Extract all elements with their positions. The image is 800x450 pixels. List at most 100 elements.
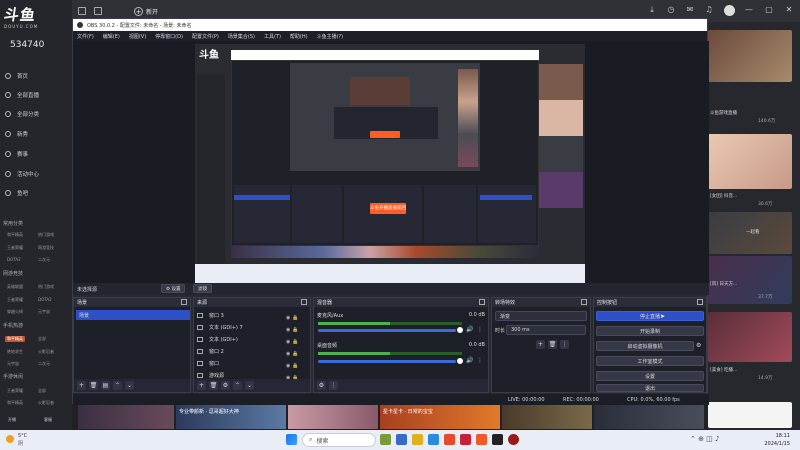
app-icon[interactable] <box>380 434 391 445</box>
stream-title[interactable]: [风] 日天方... <box>710 281 737 287</box>
maximize-button[interactable]: ▢ <box>764 5 774 15</box>
speaker-icon[interactable]: 🔊 <box>466 357 473 364</box>
transition-select[interactable]: 渐变 <box>495 311 587 321</box>
virtual-camera-button[interactable]: 启动虚拟摄像机 <box>596 341 694 351</box>
tag[interactable]: 二次元 <box>38 361 50 367</box>
source-item[interactable]: 窗口 <box>197 358 219 368</box>
duration-input[interactable]: 300 ms <box>506 325 586 335</box>
tag[interactable]: 全部 <box>38 388 46 394</box>
nav-events[interactable]: 赛事 <box>0 146 70 162</box>
banner[interactable]: 星卡星卡 · 日常的宝宝 <box>380 405 500 429</box>
tag-active[interactable]: 和平精英 <box>5 336 25 342</box>
stream-thumbnail[interactable] <box>502 405 592 429</box>
gear-icon[interactable]: ⚙ <box>221 381 230 390</box>
menu-profile[interactable]: 配置文件(P) <box>192 33 219 40</box>
app-icon[interactable] <box>396 434 407 445</box>
tag[interactable]: 穿越火线 <box>7 309 23 315</box>
trash-icon[interactable]: 🗑 <box>548 340 557 349</box>
tag[interactable]: 火影忍者 <box>38 400 54 406</box>
mic-volume-slider[interactable] <box>318 329 456 332</box>
trash-icon[interactable]: 🗑 <box>89 381 98 390</box>
app-icon[interactable] <box>460 434 471 445</box>
stream-thumbnail[interactable] <box>708 30 792 82</box>
nav-new[interactable]: 新秀 <box>0 126 70 142</box>
add-icon[interactable]: + <box>536 340 545 349</box>
mic-volume-handle[interactable] <box>457 327 463 333</box>
mail-icon[interactable]: ✉ <box>685 5 695 15</box>
ad-thumbnail[interactable] <box>708 402 792 428</box>
add-icon[interactable]: + <box>77 381 86 390</box>
taskbar-search[interactable]: ⌕ 搜索 <box>302 433 376 447</box>
obs-icon[interactable] <box>492 434 503 445</box>
tag[interactable]: 和平精英 <box>7 232 23 238</box>
more-icon[interactable]: ⋮ <box>477 357 483 364</box>
filters-button[interactable]: 滤镜 <box>193 284 212 293</box>
tag[interactable]: 王者荣耀 <box>7 245 23 251</box>
filter-icon[interactable]: ▤ <box>101 381 110 390</box>
obs-preview[interactable]: 斗鱼 斗鱼开播直播或回 <box>73 41 709 284</box>
weather-temp[interactable]: 5°C <box>18 433 27 439</box>
menu-douyu[interactable]: 斗鱼主播(?) <box>317 33 344 40</box>
menu-tools[interactable]: 工具(T) <box>264 33 281 40</box>
trash-icon[interactable]: 🗑 <box>209 381 218 390</box>
app-icon[interactable] <box>444 434 455 445</box>
eye-icon[interactable]: ◉ 🔒 <box>286 360 298 372</box>
tag[interactable]: 热门游戏 <box>38 284 54 290</box>
history-icon[interactable]: ◷ <box>666 5 676 15</box>
menu-scene-collection[interactable]: 场景集合(S) <box>228 33 255 40</box>
tag[interactable]: 全部 <box>38 336 46 342</box>
tag[interactable]: 和平精英 <box>7 400 23 406</box>
more-icon[interactable]: ⋮ <box>560 340 569 349</box>
stream-thumbnail[interactable] <box>594 405 704 429</box>
tag[interactable]: DOTA2 <box>38 297 52 302</box>
undock-icon[interactable] <box>479 299 485 305</box>
nav-yuba[interactable]: 鱼吧 <box>0 185 70 201</box>
close-button[interactable]: ✕ <box>784 5 794 15</box>
minimize-button[interactable]: — <box>744 5 754 15</box>
douyu-logo[interactable]: 斗鱼 <box>2 4 53 26</box>
douyu-icon[interactable] <box>476 434 487 445</box>
gear-icon[interactable]: ⚙ <box>696 342 701 349</box>
stream-thumbnail[interactable] <box>708 134 792 189</box>
up-arrow-icon[interactable]: ⌃ <box>233 381 242 390</box>
settings-button[interactable]: 设置 <box>596 371 704 381</box>
tag[interactable]: 网游竞技 <box>38 245 54 251</box>
undock-icon[interactable] <box>301 299 307 305</box>
nav-activity[interactable]: 活动中心 <box>0 166 70 182</box>
desktop-volume-handle[interactable] <box>457 358 463 364</box>
undock-icon[interactable] <box>181 299 187 305</box>
start-recording-button[interactable]: 开始录制 <box>596 326 704 336</box>
source-item[interactable]: 窗口 2 <box>197 346 224 356</box>
windows-start-icon[interactable] <box>286 434 297 445</box>
weather-icon[interactable] <box>6 435 14 443</box>
menu-view[interactable]: 视图(V) <box>129 33 146 40</box>
nav-all-live[interactable]: 全部直播 <box>0 87 70 103</box>
nav-categories[interactable]: 全部分类 <box>0 106 70 122</box>
eye-icon[interactable]: ◉ 🔒 <box>286 336 298 348</box>
stream-thumbnail[interactable] <box>288 405 378 429</box>
start-live-link[interactable]: 开播 <box>8 417 16 423</box>
menu-file[interactable]: 文件(F) <box>77 33 94 40</box>
tag[interactable]: 绝地求生 <box>7 349 23 355</box>
browser-icon[interactable] <box>428 434 439 445</box>
studio-mode-button[interactable]: 工作室模式 <box>596 356 704 366</box>
down-arrow-icon[interactable]: ⌄ <box>125 381 134 390</box>
tag[interactable]: DOTA2 <box>7 257 21 262</box>
exit-button[interactable]: 退出 <box>596 384 704 392</box>
stream-thumbnail[interactable] <box>708 312 792 362</box>
tag[interactable]: 元宇宙 <box>38 309 50 315</box>
menu-help[interactable]: 帮助(H) <box>290 33 308 40</box>
eye-icon[interactable]: ◉ 🔒 <box>286 324 298 336</box>
source-item[interactable]: 窗口 3 <box>197 310 224 320</box>
stream-title[interactable]: 一起看 <box>746 229 760 235</box>
new-tab[interactable]: + 新开 <box>134 4 158 18</box>
scene-item-selected[interactable]: 场景 <box>76 310 190 320</box>
menu-docks[interactable]: 停靠窗口(D) <box>155 33 183 40</box>
eye-icon[interactable]: ◉ 🔒 <box>286 312 298 324</box>
tag[interactable]: 元宇宙 <box>7 361 19 367</box>
eye-icon[interactable]: ◉ 🔒 <box>286 348 298 360</box>
clock-date[interactable]: 2024/1/15 <box>754 441 790 447</box>
stream-title[interactable]: 斗鱼游戏直播 <box>710 110 737 116</box>
menu-edit[interactable]: 编辑(E) <box>103 33 120 40</box>
clock-time[interactable]: 18:11 <box>758 433 790 439</box>
